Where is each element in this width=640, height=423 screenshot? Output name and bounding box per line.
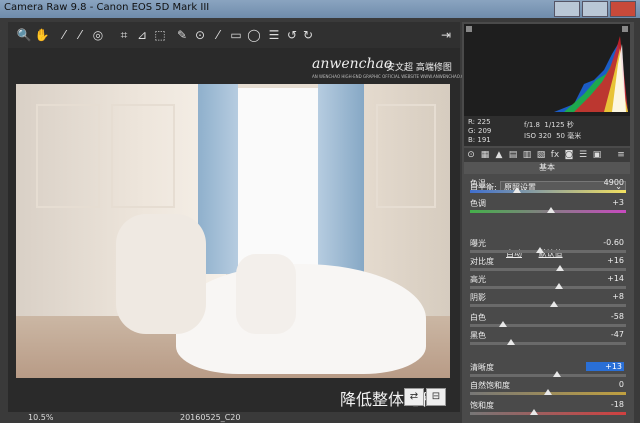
watermark-logo: anwenchao 安文超 高端修图 AN WENCHAO HIGH-END G… (312, 56, 470, 82)
watermark-brand: anwenchao (312, 56, 393, 72)
color-sampler-icon[interactable]: ⁄ (72, 27, 88, 43)
slider-track[interactable] (470, 190, 626, 193)
slider-thumb[interactable] (498, 321, 507, 327)
slider-value[interactable]: +14 (590, 274, 624, 283)
detail-tab-icon[interactable]: ▲ (494, 150, 504, 160)
histogram (464, 24, 630, 116)
red-eye-icon[interactable]: ⊙ (192, 27, 208, 43)
window-title: Camera Raw 9.8 - Canon EOS 5D Mark III (4, 2, 210, 13)
slider-label: 饱和度 (470, 401, 494, 410)
slider-label: 阴影 (470, 293, 486, 302)
slider-track[interactable] (470, 250, 626, 253)
slider-thumb[interactable] (529, 409, 538, 415)
slider-value[interactable]: -47 (590, 330, 624, 339)
slider-value[interactable]: 0 (590, 380, 624, 389)
readout-g: G: 209 (468, 127, 492, 135)
slider-track[interactable] (470, 324, 626, 327)
slider-thumb[interactable] (512, 187, 521, 193)
minimize-button[interactable] (554, 1, 580, 17)
slider-track[interactable] (470, 374, 626, 377)
slider-track[interactable] (470, 268, 626, 271)
slider-thumb[interactable] (547, 207, 556, 213)
preferences-icon[interactable]: ☰ (266, 27, 282, 43)
slider-value[interactable]: +16 (590, 256, 624, 265)
effects-tab-icon[interactable]: fx (550, 150, 560, 160)
title-bar: Camera Raw 9.8 - Canon EOS 5D Mark III (0, 0, 640, 18)
adjust-panel: R: 225 G: 209 B: 191 f/1.8 1/125 秒 ISO 3… (462, 22, 634, 423)
slider-track[interactable] (470, 342, 626, 345)
slider-value[interactable]: -18 (590, 400, 624, 409)
slider-track[interactable] (470, 286, 626, 289)
slider-value[interactable]: 4900 (590, 178, 624, 187)
camera-calibration-tab-icon[interactable]: ◙ (564, 150, 574, 160)
slider-label: 色温 (470, 179, 486, 188)
slider-thumb[interactable] (536, 247, 545, 253)
readout-b: B: 191 (468, 136, 491, 144)
slider-label: 自然饱和度 (470, 381, 510, 390)
export-icon[interactable]: ⇥ (438, 27, 454, 43)
slider-label: 清晰度 (470, 363, 494, 372)
presets-tab-icon[interactable]: ☰ (578, 150, 588, 160)
targeted-adjust-icon[interactable]: ◎ (90, 27, 106, 43)
transform-icon[interactable]: ⬚ (152, 27, 168, 43)
slider-label: 对比度 (470, 257, 494, 266)
graduated-filter-icon[interactable]: ▭ (228, 27, 244, 43)
toggle-settings-icon[interactable]: ⊟ (426, 388, 446, 406)
focal-length: 50 毫米 (556, 132, 582, 140)
hsl-tab-icon[interactable]: ▤ (508, 150, 518, 160)
slider-label: 白色 (470, 313, 486, 322)
rotate-left-icon[interactable]: ↺ (284, 27, 300, 43)
slider-value[interactable]: +13 (586, 362, 624, 371)
slider-value[interactable]: +3 (590, 198, 624, 207)
close-button[interactable] (610, 1, 636, 17)
zoom-level[interactable]: 10.5% (28, 413, 53, 422)
info-readout: R: 225 G: 209 B: 191 f/1.8 1/125 秒 ISO 3… (464, 116, 630, 146)
shutter: 1/125 秒 (544, 121, 574, 129)
readout-r: R: 225 (468, 118, 491, 126)
crop-icon[interactable]: ⌗ (116, 27, 132, 43)
rotate-right-icon[interactable]: ↻ (300, 27, 316, 43)
radial-filter-icon[interactable]: ◯ (246, 27, 262, 43)
watermark-cn: 安文超 高端修图 (386, 63, 452, 73)
section-title: 基本 (464, 162, 630, 174)
panel-menu-icon[interactable]: ≡ (616, 150, 626, 160)
watermark-sub: AN WENCHAO HIGH-END GRAPHIC OFFICIAL WEB… (312, 74, 471, 79)
straighten-icon[interactable]: ⊿ (134, 27, 150, 43)
zoom-icon[interactable]: 🔍 (16, 27, 32, 43)
spot-removal-icon[interactable]: ✎ (174, 27, 190, 43)
slider-thumb[interactable] (553, 371, 562, 377)
slider-thumb[interactable] (556, 265, 565, 271)
maximize-button[interactable] (582, 1, 608, 17)
compare-view-icon[interactable]: ⇄ (404, 388, 424, 406)
slider-value[interactable]: -58 (590, 312, 624, 321)
slider-label: 黑色 (470, 331, 486, 340)
slider-thumb[interactable] (506, 339, 515, 345)
slider-label: 曝光 (470, 239, 486, 248)
slider-thumb[interactable] (554, 283, 563, 289)
tone-curve-tab-icon[interactable]: ▦ (480, 150, 490, 160)
preview-image[interactable] (16, 84, 450, 378)
file-name: 20160525_C20 (180, 413, 241, 422)
hand-icon[interactable]: ✋ (34, 27, 50, 43)
slider-track[interactable] (470, 304, 626, 307)
slider-track[interactable] (470, 412, 626, 415)
split-toning-tab-icon[interactable]: ▥ (522, 150, 532, 160)
lens-tab-icon[interactable]: ▧ (536, 150, 546, 160)
status-bar: 10.5% 20160525_C20 (8, 413, 460, 423)
adjustment-brush-icon[interactable]: ⁄ (210, 27, 226, 43)
toolbar: 🔍 ✋ ⁄ ⁄ ◎ ⌗ ⊿ ⬚ ✎ ⊙ ⁄ ▭ ◯ ☰ ↺ ↻ ⇥ (8, 22, 460, 48)
white-balance-icon[interactable]: ⁄ (56, 27, 72, 43)
slider-thumb[interactable] (544, 389, 552, 395)
slider-label: 高光 (470, 275, 486, 284)
slider-value[interactable]: +8 (590, 292, 624, 301)
slider-thumb[interactable] (550, 301, 559, 307)
slider-label: 色调 (470, 199, 486, 208)
basic-tab-icon[interactable]: ⊙ (466, 150, 476, 160)
aperture: f/1.8 (524, 121, 540, 129)
panel-tabs: ⊙ ▦ ▲ ▤ ▥ ▧ fx ◙ ☰ ▣ ≡ (464, 148, 630, 162)
slider-value[interactable]: -0.60 (590, 238, 624, 247)
snapshots-tab-icon[interactable]: ▣ (592, 150, 602, 160)
iso: ISO 320 (524, 132, 552, 140)
